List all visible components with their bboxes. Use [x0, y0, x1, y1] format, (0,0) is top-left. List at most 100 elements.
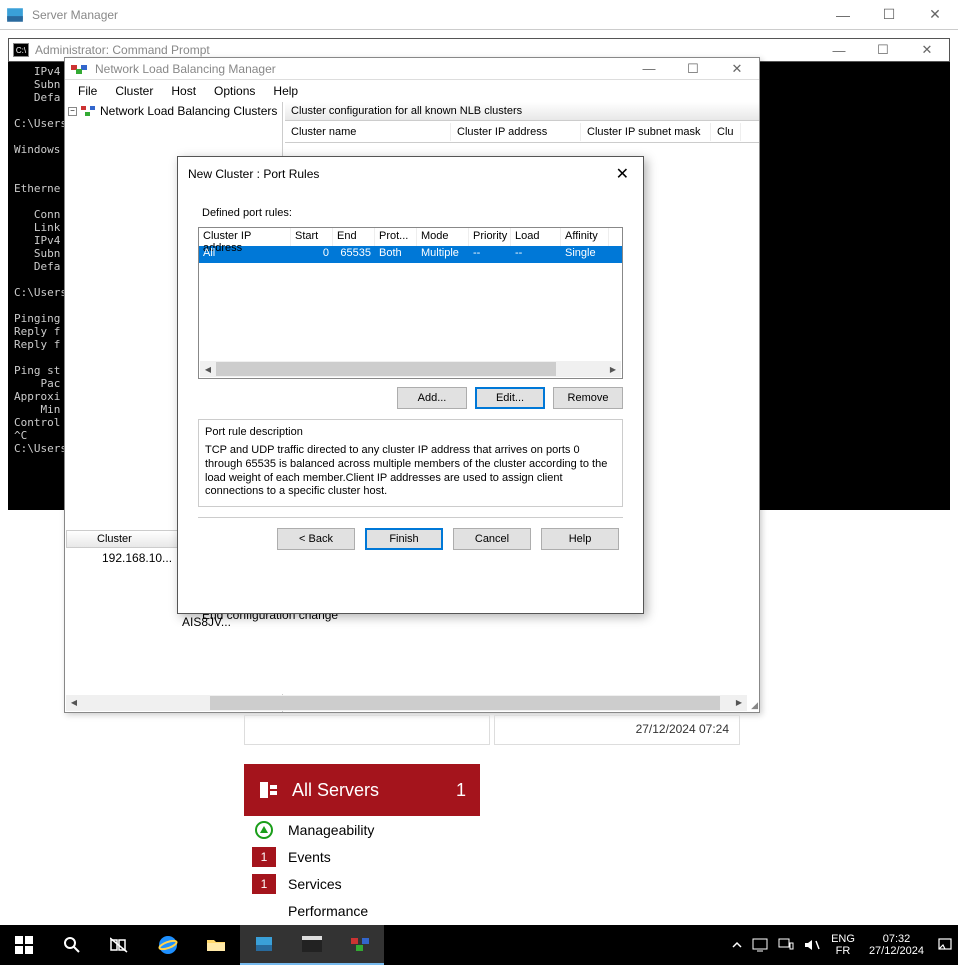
start-button[interactable]	[0, 925, 48, 965]
back-button[interactable]: < Back	[277, 528, 355, 550]
cell-mode: Multiple	[417, 246, 469, 263]
rule-description-text: TCP and UDP traffic directed to any clus…	[205, 444, 616, 499]
all-servers-count: 1	[456, 780, 466, 801]
tray-vm-icon[interactable]	[747, 925, 773, 965]
all-servers-performance[interactable]: Performance	[244, 897, 480, 924]
all-servers-events[interactable]: 1 Events	[244, 843, 480, 870]
task-view-button[interactable]	[96, 925, 144, 965]
taskbar-nlb[interactable]	[336, 925, 384, 965]
minimize-button[interactable]: —	[820, 0, 866, 30]
tray-language[interactable]: ENG FR	[825, 933, 861, 957]
cmd-icon: C:\	[13, 43, 29, 57]
col-subnet-mask[interactable]: Cluster IP subnet mask	[581, 123, 711, 141]
tree-root-label[interactable]: Network Load Balancing Clusters	[100, 104, 277, 118]
cancel-button[interactable]: Cancel	[453, 528, 531, 550]
tray-notifications[interactable]	[932, 925, 958, 965]
resize-grip-icon[interactable]: ◢	[747, 700, 759, 712]
taskbar-server-manager[interactable]	[240, 925, 288, 965]
help-button[interactable]: Help	[541, 528, 619, 550]
taskbar-cmd[interactable]	[288, 925, 336, 965]
nlb-log-scrollbar[interactable]: ◀▶	[66, 695, 747, 711]
col-start[interactable]: Start	[291, 228, 333, 246]
menu-help[interactable]: Help	[264, 82, 307, 100]
col-mode[interactable]: Mode	[417, 228, 469, 246]
col-end[interactable]: End	[333, 228, 375, 246]
nlb-cluster-column[interactable]: Cluster	[66, 530, 180, 548]
server-manager-icon	[6, 6, 24, 24]
rules-header-row: Cluster IP address Start End Prot... Mod…	[199, 228, 622, 246]
server-manager-titlebar: Server Manager — ☐ ✕	[0, 0, 958, 30]
up-arrow-icon	[255, 821, 273, 839]
row-label: Manageability	[288, 822, 374, 838]
servers-icon	[258, 779, 280, 801]
row-label: Performance	[288, 903, 368, 919]
nlb-menubar: File Cluster Host Options Help	[65, 80, 759, 102]
tray-network-icon[interactable]	[773, 925, 799, 965]
port-rule-row[interactable]: All 0 65535 Both Multiple -- -- Single	[199, 246, 622, 263]
taskbar-explorer[interactable]	[192, 925, 240, 965]
nlb-minimize-button[interactable]: —	[627, 58, 671, 80]
all-servers-tile[interactable]: All Servers 1 Manageability 1 Events 1 S…	[244, 764, 480, 924]
menu-options[interactable]: Options	[205, 82, 264, 100]
clock-date: 27/12/2024	[869, 945, 924, 957]
col-affinity[interactable]: Affinity	[561, 228, 609, 246]
folder-icon	[206, 937, 226, 953]
col-cluster-ip[interactable]: Cluster IP address	[451, 123, 581, 141]
ie-icon	[157, 934, 179, 956]
menu-file[interactable]: File	[69, 82, 106, 100]
finish-button[interactable]: Finish	[365, 528, 443, 550]
nlb-config-label: Cluster configuration for all known NLB …	[285, 102, 759, 121]
search-button[interactable]	[48, 925, 96, 965]
tray-volume-icon[interactable]	[799, 925, 825, 965]
all-servers-manageability[interactable]: Manageability	[244, 816, 480, 843]
taskbar-ie[interactable]	[144, 925, 192, 965]
menu-host[interactable]: Host	[162, 82, 205, 100]
port-rules-table[interactable]: Cluster IP address Start End Prot... Mod…	[198, 227, 623, 379]
lang-primary: ENG	[831, 933, 855, 945]
nlb-task-icon	[350, 934, 370, 954]
col-cluster-name[interactable]: Cluster name	[285, 123, 451, 141]
maximize-button[interactable]: ☐	[866, 0, 912, 30]
cell-affinity: Single	[561, 246, 609, 263]
col-load[interactable]: Load	[511, 228, 561, 246]
nlb-maximize-button[interactable]: ☐	[671, 58, 715, 80]
col-protocol[interactable]: Prot...	[375, 228, 417, 246]
nlb-close-button[interactable]: ✕	[715, 58, 759, 80]
all-servers-header[interactable]: All Servers 1	[244, 764, 480, 816]
badge-icon: 1	[252, 874, 276, 894]
nlb-title: Network Load Balancing Manager	[95, 62, 627, 76]
dashboard-timestamp: 27/12/2024 07:24	[636, 722, 729, 736]
cmd-task-icon	[302, 936, 322, 952]
nlb-titlebar[interactable]: Network Load Balancing Manager — ☐ ✕	[65, 58, 759, 80]
add-button[interactable]: Add...	[397, 387, 467, 409]
cell-priority: --	[469, 246, 511, 263]
edit-button[interactable]: Edit...	[475, 387, 545, 409]
col-priority[interactable]: Priority	[469, 228, 511, 246]
tray-clock[interactable]: 07:32 27/12/2024	[861, 933, 932, 957]
rules-scrollbar[interactable]: ◀▶	[200, 361, 621, 377]
tray-chevron[interactable]	[727, 925, 747, 965]
rule-description-label: Port rule description	[205, 426, 616, 438]
blank-icon	[252, 901, 276, 921]
cmd-maximize-button[interactable]: ☐	[861, 38, 905, 62]
cmd-close-button[interactable]: ✕	[905, 38, 949, 62]
nlb-columns: Cluster name Cluster IP address Cluster …	[285, 121, 759, 143]
badge-icon: 1	[252, 847, 276, 867]
dialog-titlebar[interactable]: New Cluster : Port Rules ✕	[178, 157, 643, 191]
notification-icon	[937, 937, 953, 953]
dialog-title: New Cluster : Port Rules	[188, 167, 612, 181]
remove-button[interactable]: Remove	[553, 387, 623, 409]
all-servers-services[interactable]: 1 Services	[244, 870, 480, 897]
lang-secondary: FR	[831, 945, 855, 957]
dialog-close-button[interactable]: ✕	[612, 164, 633, 184]
cmd-minimize-button[interactable]: —	[817, 38, 861, 62]
row-label: Services	[288, 876, 342, 892]
close-button[interactable]: ✕	[912, 0, 958, 30]
task-view-icon	[110, 937, 130, 953]
col-extra[interactable]: Clu	[711, 123, 741, 141]
menu-cluster[interactable]: Cluster	[106, 82, 162, 100]
taskbar: ENG FR 07:32 27/12/2024	[0, 925, 958, 965]
col-cluster-ip[interactable]: Cluster IP address	[199, 228, 291, 246]
clusters-icon	[80, 103, 96, 119]
tree-collapse-icon[interactable]: −	[68, 107, 77, 116]
